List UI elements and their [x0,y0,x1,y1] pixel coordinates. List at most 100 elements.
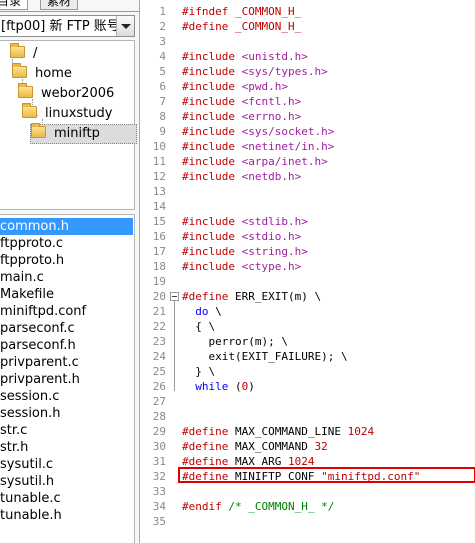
code-line-12: #include <netdb.h> [182,170,302,183]
code-line-21: do \ [195,305,222,318]
file-item[interactable]: session.h [0,405,61,422]
line-number: 12 [152,170,166,183]
file-item[interactable]: ftpproto.h [0,252,64,269]
code-line-24: exit(EXIT_FAILURE); \ [182,350,348,363]
file-item[interactable]: sysutil.c [0,456,53,473]
file-list: common.h ftpproto.c ftpproto.h main.c Ma… [0,214,135,543]
file-item[interactable]: tunable.h [0,507,62,524]
line-number: 5 [159,65,166,78]
line-number: 15 [152,215,166,228]
tab-directory[interactable]: 目录 [0,0,29,10]
tree-node-miniftp[interactable]: miniftp [30,123,137,144]
folder-icon [12,63,27,78]
line-number: 4 [159,50,166,63]
code-line-15: #include <stdlib.h> [182,215,308,228]
code-line-2: #define _COMMON_H_ [182,20,302,33]
ftp-site-select[interactable]: [ftp00] 新 FTP 账号 [0,15,135,37]
tree-node-home[interactable]: home [12,63,72,84]
line-number: 9 [159,125,166,138]
fold-collapse-icon[interactable] [170,292,179,301]
code-line-22: { \ [182,320,216,333]
code-line-34: #endif /* _COMMON_H_ */ [182,500,335,513]
folder-tree: / home webor2006 linuxstudy miniftp [0,40,137,210]
line-number: 13 [152,185,166,198]
tree-node-label: webor2006 [41,86,115,101]
code-line-5: #include <sys/types.h> [182,65,328,78]
code-line-6: #include <pwd.h> [182,80,288,93]
code-line-7: #include <fcntl.h> [182,95,302,108]
line-number: 18 [152,260,166,273]
file-item[interactable]: miniftpd.conf [0,303,86,320]
file-item[interactable]: tunable.c [0,490,61,507]
code-line-20: #define ERR_EXIT(m) \ [182,290,322,303]
line-number: 26 [152,380,166,393]
file-item[interactable]: parseconf.c [0,320,75,337]
folder-icon [18,83,33,98]
line-number: 2 [159,20,166,33]
line-number: 33 [152,485,166,498]
line-number: 3 [159,35,166,48]
tab-materials[interactable]: 素材 [40,0,79,10]
ftp-site-value: [ftp00] 新 FTP 账号 [1,19,120,34]
file-item[interactable]: parseconf.h [0,337,76,354]
code-editor[interactable]: 1 2 3 4 5 6 7 8 9 10 11 12 13 14 15 16 1… [140,0,475,543]
left-panel: 目录 素材 [ftp00] 新 FTP 账号 / home webor2006 … [0,0,140,543]
tree-node-webor2006[interactable]: webor2006 [18,83,115,104]
line-number: 32 [152,470,166,483]
folder-icon [10,43,25,58]
line-number: 30 [152,440,166,453]
folder-icon [22,103,37,118]
code-line-29: #define MAX_COMMAND_LINE 1024 [182,425,375,438]
line-number: 6 [159,80,166,93]
line-number: 31 [152,455,166,468]
file-item[interactable]: main.c [0,269,44,286]
line-number: 19 [152,275,166,288]
code-line-23: perror(m); \ [182,335,288,348]
line-number: 22 [152,320,166,333]
file-item[interactable]: Makefile [0,286,54,303]
file-item[interactable]: privparent.c [0,354,79,371]
code-line-10: #include <netinet/in.h> [182,140,335,153]
tree-node-linuxstudy[interactable]: linuxstudy [22,103,112,124]
code-line-25: } \ [182,365,216,378]
line-number: 14 [152,200,166,213]
code-line-8: #include <errno.h> [182,110,302,123]
file-item[interactable]: sysutil.h [0,473,54,490]
code-line-18: #include <ctype.h> [182,260,302,273]
code-line-16: #include <stdio.h> [182,230,302,243]
code-line-1: #ifndef _COMMON_H_ [182,5,302,18]
line-number: 8 [159,110,166,123]
line-number: 23 [152,335,166,348]
tree-node-label: home [35,66,72,81]
chevron-down-icon[interactable] [116,16,134,36]
tree-node-label: miniftp [54,126,100,141]
line-number: 27 [152,395,166,408]
code-line-17: #include <string.h> [182,245,308,258]
code-line-11: #include <arpa/inet.h> [182,155,328,168]
file-item[interactable]: session.c [0,388,59,405]
panel-tabs: 目录 素材 [0,0,139,12]
file-item[interactable]: str.c [0,422,27,439]
line-number: 29 [152,425,166,438]
line-number: 34 [152,500,166,513]
line-number: 28 [152,410,166,423]
fold-guide-line [174,301,175,391]
file-item[interactable]: str.h [0,439,28,456]
line-number: 17 [152,245,166,258]
line-number: 21 [152,305,166,318]
line-number: 35 [152,515,166,528]
line-number: 25 [152,365,166,378]
code-line-9: #include <sys/socket.h> [182,125,335,138]
file-item[interactable]: ftpproto.c [0,235,63,252]
line-number: 1 [159,5,166,18]
highlight-box [178,467,475,483]
code-line-30: #define MAX_COMMAND 32 [182,440,328,453]
line-number: 7 [159,95,166,108]
tree-node-label: / [33,46,38,61]
line-number: 20 [152,290,166,303]
code-line-26: while (0) [195,380,255,393]
line-number: 11 [152,155,166,168]
file-item[interactable]: privparent.h [0,371,80,388]
tree-node-root[interactable]: / [10,43,38,64]
file-item-common-h[interactable]: common.h [0,218,133,235]
